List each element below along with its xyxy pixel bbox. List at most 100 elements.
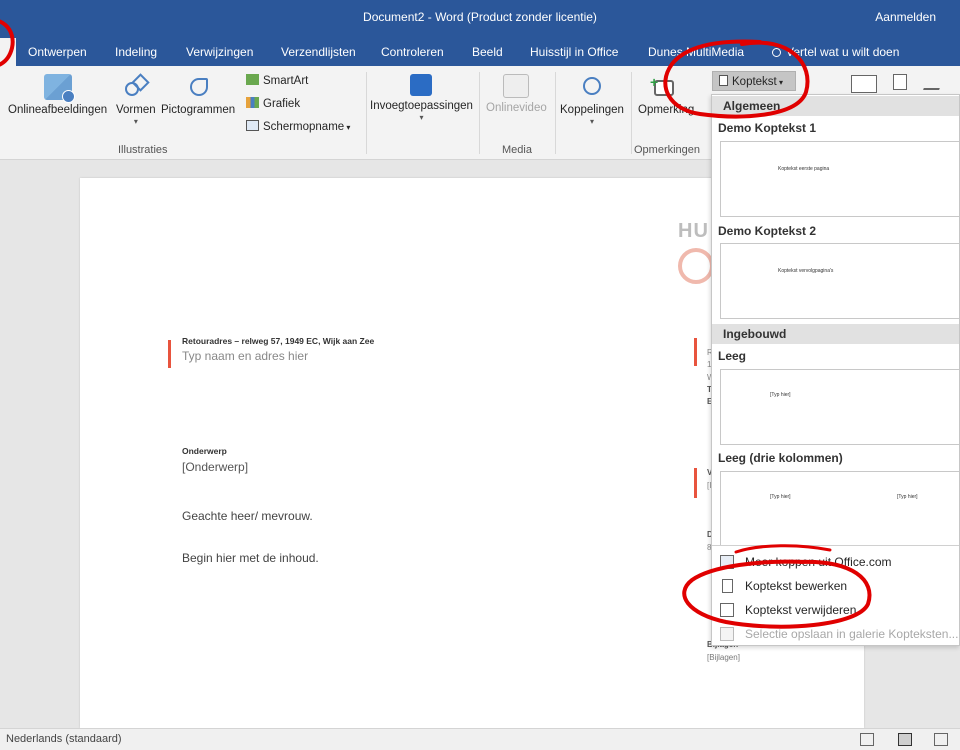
tab-references[interactable]: Verwijzingen [186, 45, 253, 59]
right-accent-bar [694, 338, 697, 366]
text-box-icon[interactable] [851, 75, 877, 93]
icons-icon [184, 74, 212, 100]
shapes-icon [122, 73, 150, 100]
smartart-label: SmartArt [263, 75, 309, 87]
comments-group-label: Opmerkingen [634, 144, 701, 156]
tab-huisstijl[interactable]: Huisstijl in Office [530, 45, 618, 59]
links-label: Koppelingen [560, 104, 624, 116]
tell-me-text: Vertel wat u wilt doen [786, 45, 900, 59]
gallery-item-demo-header-1[interactable]: Koptekst eerste pagina [720, 141, 959, 217]
online-images-button[interactable]: Onlineafbeeldingen [8, 74, 107, 116]
thumb-preview-text-left: [Typ hier] [770, 494, 791, 500]
thumb-preview-text-right: [Typ hier] [897, 494, 918, 500]
online-video-button[interactable]: Onlinevideo [486, 74, 547, 114]
ribbon-separator [555, 72, 556, 154]
header-page-icon [719, 75, 728, 86]
icons-label: Pictogrammen [161, 104, 236, 116]
header-button-label: Koptekst [732, 76, 777, 88]
ribbon-tabs: Ontwerpen Indeling Verwijzingen Verzendl… [0, 36, 960, 66]
header-gallery-dropdown: Algemeen Demo Koptekst 1 Koptekst eerste… [711, 94, 960, 646]
tab-dunes-multimedia[interactable]: Dunes MultiMedia [648, 45, 744, 59]
screenshot-label: Schermopname [263, 121, 345, 133]
gallery-item-blank-three-columns[interactable]: [Typ hier] [Typ hier] [720, 471, 959, 547]
edit-header-menu-item[interactable]: Koptekst bewerken [712, 574, 959, 598]
chart-icon [246, 97, 259, 108]
gallery-item-demo-header-2[interactable]: Koptekst vervolgpagina's [720, 243, 959, 319]
subject-label: Onderwerp [182, 446, 227, 456]
addins-button[interactable]: Invoegtoepassingen ▾ [370, 74, 473, 122]
online-images-icon [43, 74, 75, 103]
return-address: Retouradres – relweg 57, 1949 EC, Wijk a… [182, 336, 375, 346]
salutation[interactable]: Geachte heer/ mevrouw. [182, 509, 313, 523]
screenshot-icon [246, 120, 259, 131]
wordart-icon[interactable] [923, 74, 945, 90]
gallery-item-title: Leeg (drie kolommen) [718, 451, 843, 465]
tab-view[interactable]: Beeld [472, 45, 503, 59]
status-bar: Nederlands (standaard) [0, 728, 960, 750]
tab-design[interactable]: Ontwerpen [28, 45, 87, 59]
store-icon [410, 74, 433, 96]
logo-circle-icon [678, 248, 714, 284]
thumb-preview-text: [Typ hier] [770, 392, 791, 398]
save-selection-menu-item[interactable]: Selectie opslaan in galerie Kopteksten..… [712, 622, 959, 645]
web-layout-icon[interactable] [934, 733, 948, 746]
chart-label: Grafiek [263, 98, 301, 110]
attachments-placeholder[interactable]: [Bijlagen] [707, 653, 740, 662]
lightbulb-search-icon [772, 48, 781, 57]
media-group-label: Media [502, 144, 532, 156]
tell-me-box[interactable]: Vertel wat u wilt doen [772, 45, 899, 59]
right-accent-bar-2 [694, 468, 697, 498]
globe-link-icon [578, 74, 606, 100]
gallery-menu: Meer koppen uit Office.com Koptekst bewe… [712, 545, 959, 645]
gallery-item-blank[interactable]: [Typ hier] [720, 369, 959, 445]
addins-label: Invoegtoepassingen [370, 100, 473, 112]
comment-button[interactable]: + Opmerking [638, 74, 700, 116]
name-address-placeholder[interactable]: Typ naam en adres hier [182, 349, 308, 363]
online-images-label: Onlineafbeeldingen [8, 104, 108, 116]
gallery-section-general: Algemeen [712, 96, 959, 116]
edit-header-label: Koptekst bewerken [745, 579, 848, 593]
online-video-label: Onlinevideo [486, 102, 547, 114]
ribbon-separator [366, 72, 367, 154]
chart-button[interactable]: Grafiek [246, 97, 300, 110]
header-caret-icon: ▾ [776, 78, 783, 87]
gallery-section-builtin: Ingebouwd [712, 324, 959, 344]
screenshot-caret-icon: ▾ [344, 123, 351, 132]
shapes-button[interactable]: Vormen ▾ [116, 73, 156, 126]
tab-layout[interactable]: Indeling [115, 45, 157, 59]
page-icon [722, 579, 733, 593]
accent-bar [168, 340, 171, 368]
subject-placeholder[interactable]: [Onderwerp] [182, 460, 248, 474]
header-dropdown-button[interactable]: Koptekst ▾ [712, 71, 796, 91]
signin-link[interactable]: Aanmelden [875, 10, 936, 24]
tab-insert-active[interactable] [0, 38, 16, 66]
shapes-label: Vormen [116, 104, 156, 116]
more-headers-label: Meer koppen uit Office.com [745, 555, 892, 569]
thumb-preview-text: Koptekst vervolgpagina's [778, 268, 834, 274]
print-layout-icon[interactable] [898, 733, 912, 746]
shapes-caret-icon: ▾ [133, 117, 138, 126]
ribbon-separator [631, 72, 632, 154]
remove-header-menu-item[interactable]: Koptekst verwijderen [712, 598, 959, 622]
window-title: Document2 - Word (Product zonder licenti… [363, 10, 597, 24]
new-comment-icon: + [650, 74, 678, 100]
title-bar: Document2 - Word (Product zonder licenti… [0, 0, 960, 36]
body-start[interactable]: Begin hier met de inhoud. [182, 551, 319, 565]
remove-header-icon [720, 603, 734, 617]
screenshot-button[interactable]: Schermopname ▾ [246, 120, 350, 133]
gallery-item-title: Demo Koptekst 2 [718, 224, 817, 238]
addins-caret-icon: ▾ [419, 113, 424, 122]
links-button[interactable]: Koppelingen ▾ [560, 74, 624, 126]
quick-parts-icon[interactable] [893, 74, 907, 90]
icons-button[interactable]: Pictogrammen [161, 74, 235, 116]
read-mode-icon[interactable] [860, 733, 874, 746]
smartart-icon [246, 74, 259, 85]
tab-mailings[interactable]: Verzendlijsten [281, 45, 356, 59]
tab-review[interactable]: Controleren [381, 45, 444, 59]
smartart-button[interactable]: SmartArt [246, 74, 308, 87]
ribbon-separator [479, 72, 480, 154]
illustrations-group-label: Illustraties [118, 144, 168, 156]
more-headers-office-menu-item[interactable]: Meer koppen uit Office.com [712, 550, 959, 574]
save-gallery-icon [720, 627, 734, 641]
language-indicator[interactable]: Nederlands (standaard) [6, 733, 122, 745]
